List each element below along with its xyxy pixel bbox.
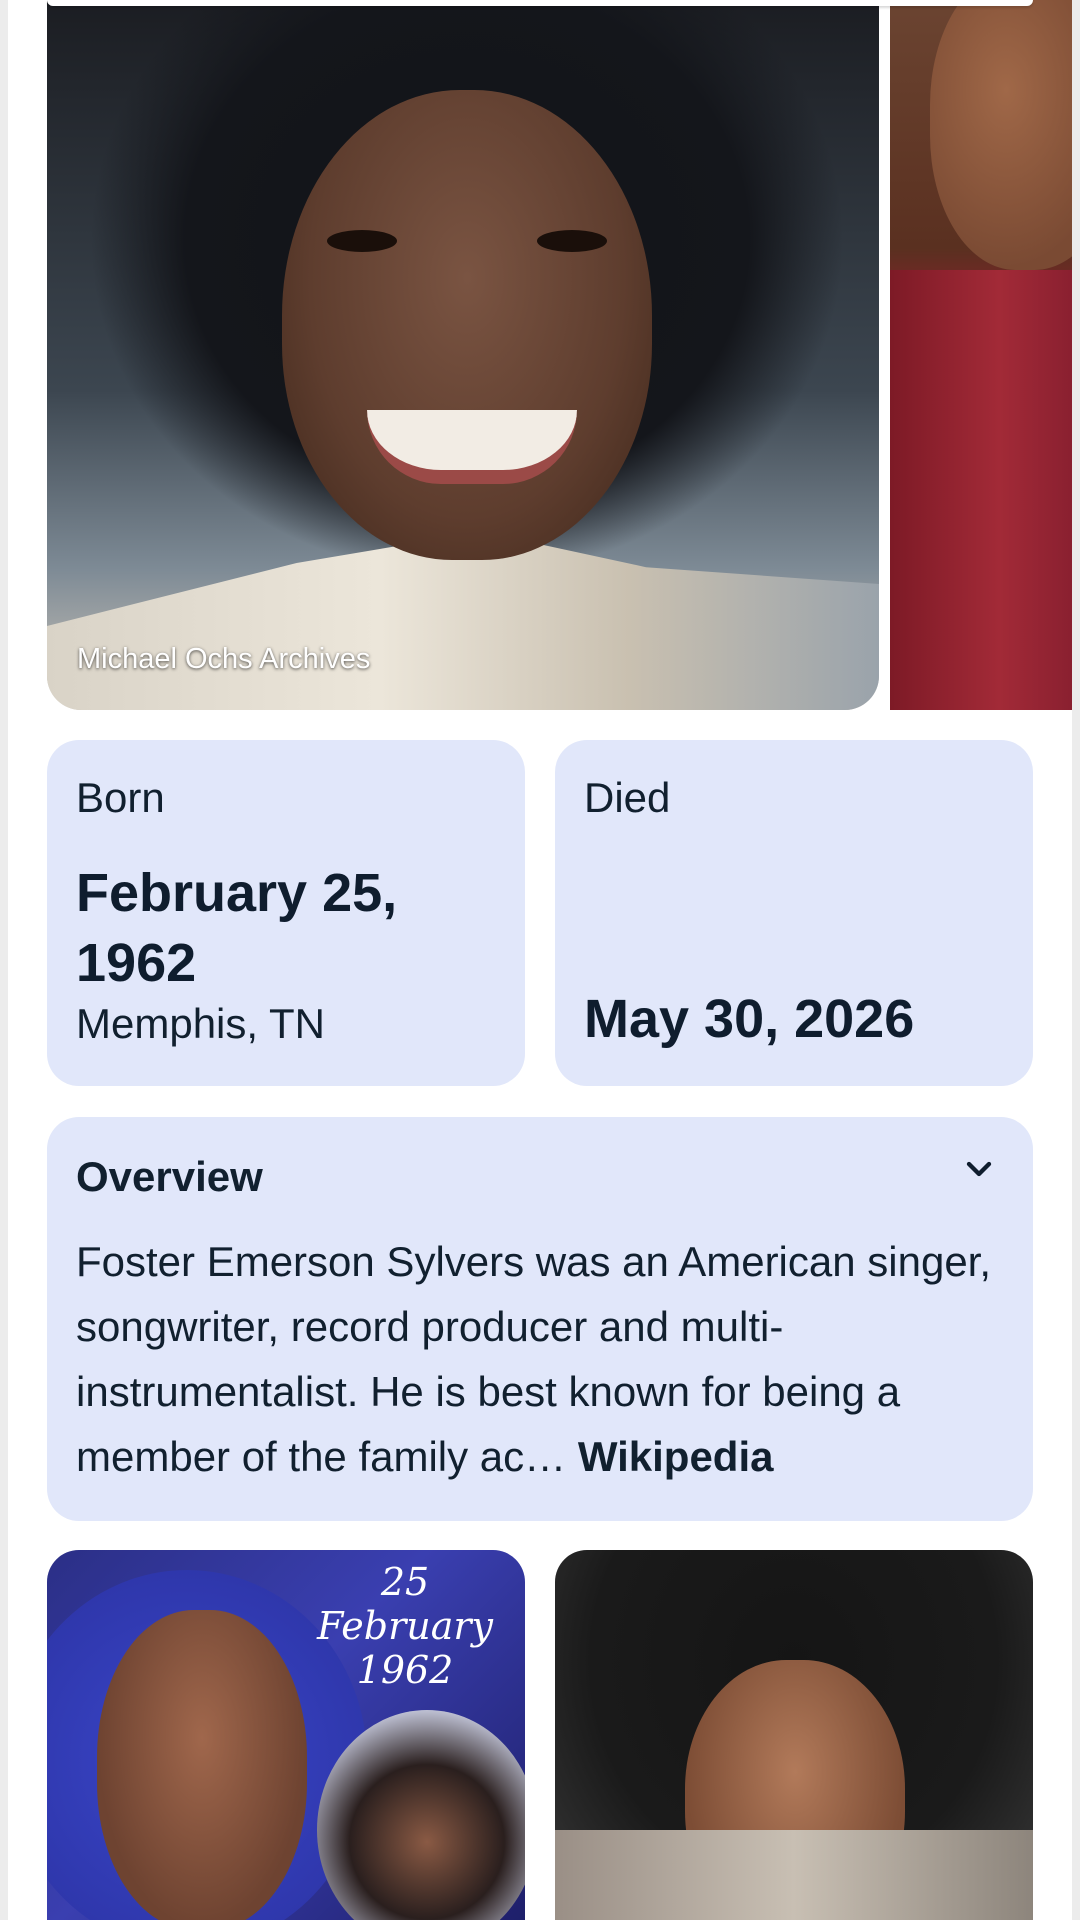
tile-left-year: 1962 — [356, 1648, 454, 1692]
image-tile-left[interactable]: 25 February 1962 — [47, 1550, 525, 1920]
top-bar-edge — [47, 0, 1033, 6]
born-label: Born — [76, 774, 165, 821]
overview-text: Foster Emerson Sylvers was an American s… — [76, 1229, 1016, 1489]
tile-left-month: February — [316, 1604, 494, 1648]
wikipedia-link[interactable]: Wikipedia — [578, 1433, 774, 1480]
image-credit: Michael Ochs Archives — [77, 643, 371, 675]
right-edge — [1072, 0, 1080, 1920]
overview-title: Overview — [76, 1153, 263, 1200]
hero-image-secondary[interactable] — [890, 0, 1072, 710]
chevron-down-icon[interactable] — [959, 1149, 999, 1189]
died-label: Died — [584, 774, 671, 821]
died-date: May 30, 2026 — [584, 989, 915, 1049]
born-place: Memphis, TN — [76, 1000, 325, 1047]
born-date: February 25, 1962 — [76, 863, 398, 993]
hero-face — [282, 90, 652, 560]
hero-secondary-face — [930, 0, 1072, 270]
died-card[interactable]: Died May 30, 2026 — [555, 740, 1033, 1086]
born-card[interactable]: Born February 25, 1962 Memphis, TN — [47, 740, 525, 1086]
left-edge — [0, 0, 8, 1920]
tile-left-date: 25 February 1962 — [305, 1560, 505, 1692]
hero-eye-right — [537, 230, 607, 252]
hero-image-main[interactable]: Michael Ochs Archives — [47, 0, 879, 710]
tile-left-portrait — [97, 1610, 307, 1920]
hero-secondary-shirt — [890, 270, 1072, 710]
image-tile-right[interactable] — [555, 1550, 1033, 1920]
overview-card[interactable]: Overview Foster Emerson Sylvers was an A… — [47, 1117, 1033, 1521]
tile-right-shirt — [555, 1830, 1033, 1920]
overview-body: Foster Emerson Sylvers was an American s… — [76, 1238, 992, 1480]
hero-eye-left — [327, 230, 397, 252]
tile-left-day: 25 — [380, 1560, 430, 1604]
